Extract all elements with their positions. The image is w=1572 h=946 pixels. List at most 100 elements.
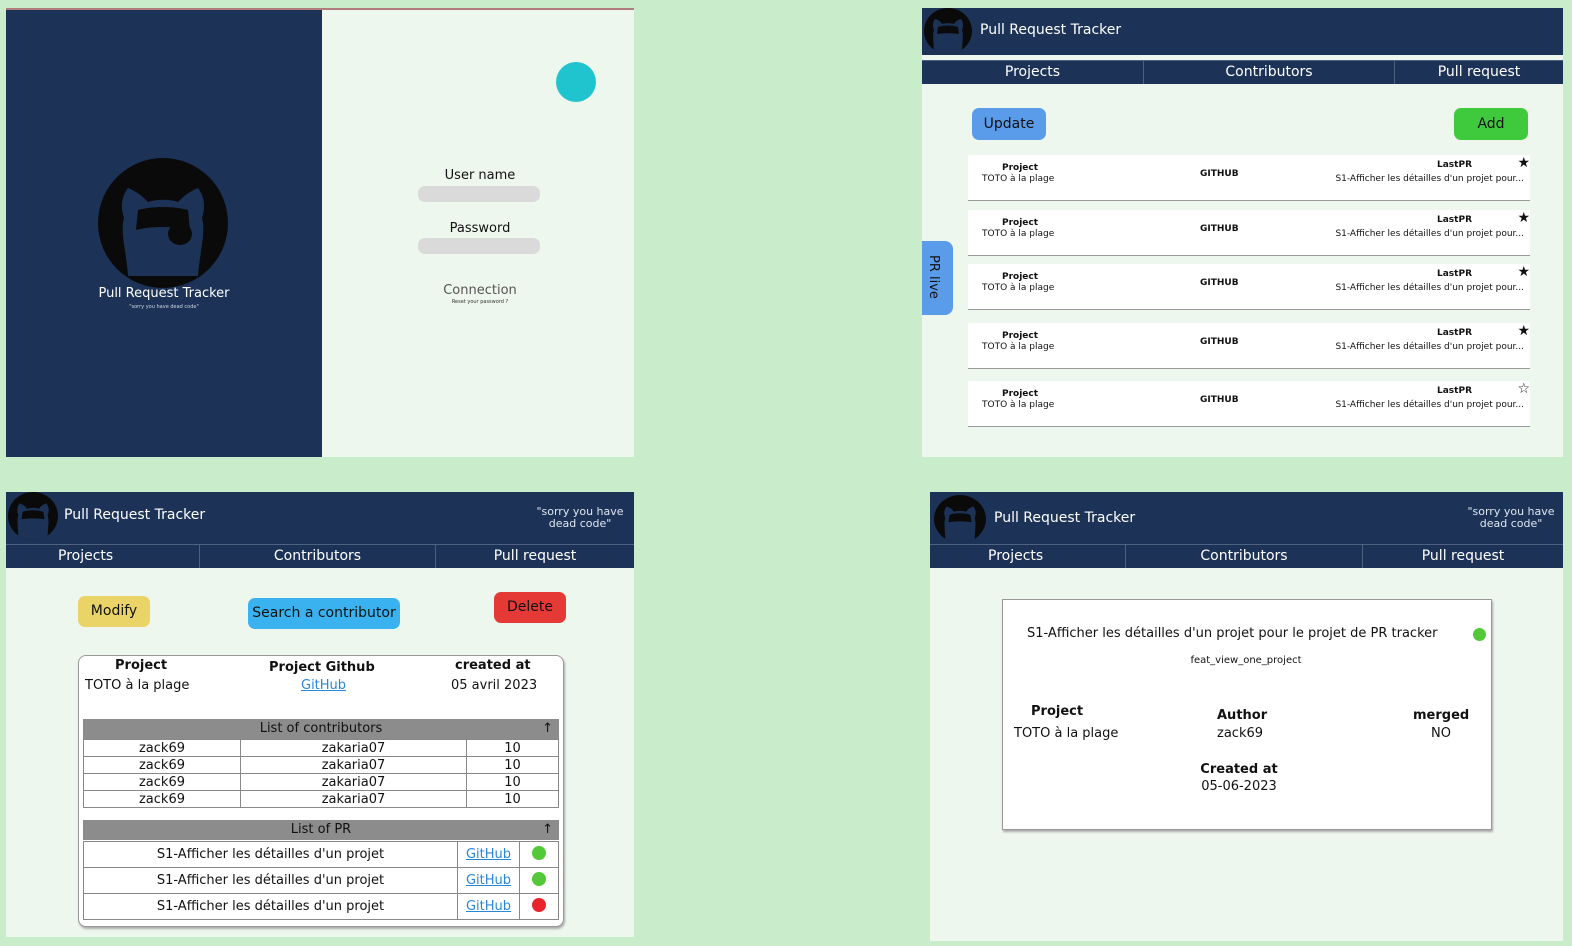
octocat-icon	[932, 19, 964, 54]
pr-status-dot-icon	[1473, 628, 1486, 641]
lastpr-label: LastPR	[1437, 269, 1472, 279]
nav-pull-request[interactable]: Pull request	[436, 545, 634, 568]
pr-section-title: List of PR	[290, 822, 352, 837]
header-tagline: "sorry you have dead code"	[1467, 505, 1555, 530]
project-label: Project	[1002, 331, 1039, 341]
octocat-icon	[17, 503, 49, 540]
star-icon[interactable]: ★	[1517, 210, 1530, 226]
contributors-section-title: List of contributors	[259, 721, 383, 736]
contributor-count: 10	[466, 790, 559, 808]
status-dot-icon	[532, 897, 546, 912]
github-pirate-logo	[98, 158, 228, 288]
github-label[interactable]: GITHUB	[1200, 395, 1239, 405]
star-outline-icon[interactable]: ☆	[1517, 381, 1530, 397]
github-label[interactable]: GITHUB	[1200, 169, 1239, 179]
nav-contributors[interactable]: Contributors	[1144, 61, 1395, 84]
delete-button[interactable]: Delete	[494, 592, 566, 623]
contributor-login: zakaria07	[240, 790, 467, 808]
nav-projects[interactable]: Projects	[922, 61, 1144, 84]
pr-github-link[interactable]: GitHub	[466, 899, 511, 914]
search-contributor-button[interactable]: Search a contributor	[248, 598, 400, 629]
pr-detail-card: S1-Afficher les détailles d'un projet po…	[1002, 599, 1492, 830]
table-row[interactable]: S1-Afficher les détailles d'un projet Gi…	[83, 841, 559, 868]
project-github-link[interactable]: GitHub	[301, 678, 346, 693]
project-name: TOTO à la plage	[982, 174, 1055, 184]
pr-github-link[interactable]: GitHub	[466, 873, 511, 888]
lastpr-title: S1-Afficher les détailles d'un projet po…	[1335, 174, 1524, 184]
nav-contributors[interactable]: Contributors	[1126, 545, 1363, 568]
project-card[interactable]: Project TOTO à la plage GITHUB LastPR S1…	[968, 155, 1530, 201]
collapse-arrow-icon[interactable]: ↑	[542, 719, 553, 739]
password-label: Password	[449, 221, 511, 236]
contributor-login: zakaria07	[240, 739, 467, 757]
table-row[interactable]: S1-Afficher les détailles d'un projet Gi…	[83, 867, 559, 894]
pr-branch: feat_view_one_project	[1190, 655, 1302, 666]
pr-created-label: Created at	[1200, 762, 1278, 777]
created-at-value: 05 avril 2023	[451, 678, 538, 693]
project-name: TOTO à la plage	[982, 342, 1055, 352]
github-label[interactable]: GITHUB	[1200, 224, 1239, 234]
project-card[interactable]: Project TOTO à la plage GITHUB LastPR S1…	[968, 210, 1530, 256]
lastpr-title: S1-Afficher les détailles d'un projet po…	[1335, 283, 1524, 293]
username-input[interactable]	[418, 186, 540, 202]
github-label[interactable]: GITHUB	[1200, 337, 1239, 347]
contributor-name: zack69	[83, 739, 241, 757]
contributor-name: zack69	[83, 790, 241, 808]
nav-pull-request[interactable]: Pull request	[1363, 545, 1563, 568]
project-detail-card: Project TOTO à la plage Project Github G…	[78, 655, 564, 927]
lastpr-label: LastPR	[1437, 160, 1472, 170]
pr-live-label: PR live	[926, 255, 941, 299]
connection-button[interactable]: Connection	[418, 283, 542, 298]
table-row: zack69 zakaria07 10	[83, 790, 559, 808]
pr-live-tab[interactable]: PR live	[922, 241, 953, 315]
contributor-count: 10	[466, 773, 559, 791]
project-name: TOTO à la plage	[982, 229, 1055, 239]
header-logo	[8, 492, 58, 540]
pr-title: S1-Afficher les détailles d'un projet po…	[1027, 626, 1438, 641]
add-button[interactable]: Add	[1454, 108, 1528, 140]
login-tagline: "sorry you have dead code"	[129, 304, 199, 310]
main-nav: Projects Contributors Pull request	[930, 544, 1563, 568]
project-label: Project	[1002, 272, 1039, 282]
nav-pull-request[interactable]: Pull request	[1395, 61, 1563, 84]
projects-list-screen: Pull Request Tracker Projects Contributo…	[922, 8, 1563, 457]
project-label: Project	[1002, 218, 1039, 228]
main-nav: Projects Contributors Pull request	[922, 60, 1563, 84]
update-button[interactable]: Update	[972, 108, 1046, 140]
lastpr-title: S1-Afficher les détailles d'un projet po…	[1335, 229, 1524, 239]
lastpr-title: S1-Afficher les détailles d'un projet po…	[1335, 342, 1524, 352]
pr-created-value: 05-06-2023	[1201, 779, 1277, 794]
github-label[interactable]: GITHUB	[1200, 278, 1239, 288]
table-row[interactable]: S1-Afficher les détailles d'un projet Gi…	[83, 893, 559, 920]
project-label: Project	[1002, 163, 1039, 173]
login-sidebar: Pull Request Tracker "sorry you have dea…	[6, 10, 322, 457]
nav-projects[interactable]: Projects	[6, 545, 200, 568]
password-input[interactable]	[418, 238, 540, 254]
header-tagline: "sorry you have dead code"	[536, 505, 624, 530]
nav-projects[interactable]: Projects	[930, 545, 1126, 568]
app-title: Pull Request Tracker	[980, 22, 1122, 38]
project-card[interactable]: Project TOTO à la plage GITHUB LastPR S1…	[968, 323, 1530, 369]
project-card[interactable]: Project TOTO à la plage GITHUB LastPR S1…	[968, 381, 1530, 427]
main-nav: Projects Contributors Pull request	[6, 544, 634, 568]
reset-password-link[interactable]: Reset your password ?	[418, 299, 542, 305]
contributors-section-header[interactable]: List of contributors ↑	[83, 719, 559, 739]
pr-github-link[interactable]: GitHub	[466, 847, 511, 862]
star-icon[interactable]: ★	[1517, 155, 1530, 171]
pr-title: S1-Afficher les détailles d'un projet	[83, 867, 458, 894]
header-logo	[924, 8, 972, 54]
contributor-name: zack69	[83, 756, 241, 774]
created-at-label: created at	[455, 658, 531, 673]
star-icon[interactable]: ★	[1517, 323, 1530, 339]
project-value: TOTO à la plage	[85, 678, 190, 693]
collapse-arrow-icon[interactable]: ↑	[542, 820, 553, 840]
nav-contributors[interactable]: Contributors	[200, 545, 436, 568]
pr-section-header[interactable]: List of PR ↑	[83, 820, 559, 840]
project-card[interactable]: Project TOTO à la plage GITHUB LastPR S1…	[968, 264, 1530, 310]
octocat-icon	[944, 506, 976, 543]
pr-project-value: TOTO à la plage	[1014, 726, 1119, 741]
project-label: Project	[1002, 389, 1039, 399]
modify-button[interactable]: Modify	[78, 596, 150, 627]
star-icon[interactable]: ★	[1517, 264, 1530, 280]
table-row: zack69 zakaria07 10	[83, 739, 559, 757]
